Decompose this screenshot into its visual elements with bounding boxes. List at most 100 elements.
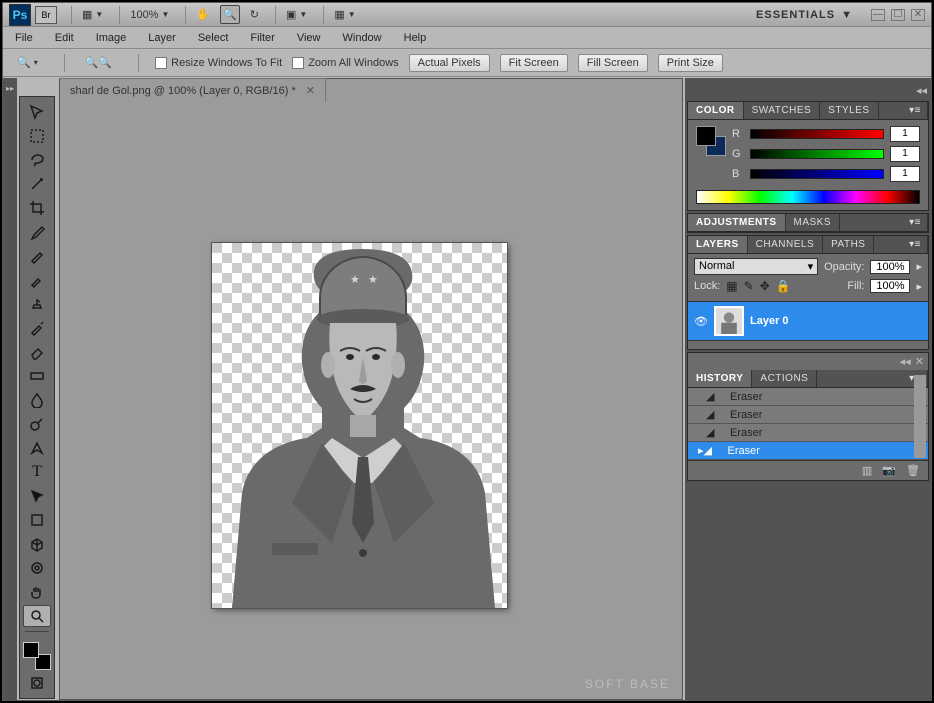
- move-tool-icon[interactable]: [23, 101, 51, 123]
- magic-wand-tool-icon[interactable]: [23, 173, 51, 195]
- menu-filter[interactable]: Filter: [248, 30, 276, 46]
- type-tool-icon[interactable]: T: [23, 461, 51, 483]
- tab-masks[interactable]: MASKS: [786, 214, 841, 231]
- tab-paths[interactable]: PATHS: [823, 236, 874, 253]
- dodge-tool-icon[interactable]: [23, 413, 51, 435]
- zoom-tool-icon[interactable]: 🔍: [220, 5, 240, 24]
- 3d-tool-icon[interactable]: [23, 533, 51, 555]
- r-slider[interactable]: [750, 129, 884, 139]
- zoom-tool-selected-icon[interactable]: [23, 605, 51, 627]
- layout-dropdown[interactable]: ▦▼: [78, 6, 107, 24]
- bridge-logo-icon[interactable]: Br: [35, 6, 57, 24]
- tab-history[interactable]: HISTORY: [688, 370, 752, 387]
- color-panel-swatch[interactable]: [696, 126, 726, 156]
- lock-all-icon[interactable]: 🔒: [776, 279, 791, 293]
- marquee-tool-icon[interactable]: [23, 125, 51, 147]
- resize-windows-checkbox[interactable]: Resize Windows To Fit: [155, 57, 282, 69]
- fill-arrow-icon[interactable]: ▸: [916, 280, 922, 293]
- lasso-tool-icon[interactable]: [23, 149, 51, 171]
- photoshop-logo-icon[interactable]: Ps: [9, 4, 31, 26]
- b-value[interactable]: 1: [890, 166, 920, 182]
- new-snapshot-icon[interactable]: 📷: [882, 464, 896, 477]
- path-selection-tool-icon[interactable]: [23, 485, 51, 507]
- tab-channels[interactable]: CHANNELS: [748, 236, 823, 253]
- tab-adjustments[interactable]: ADJUSTMENTS: [688, 214, 786, 231]
- r-value[interactable]: 1: [890, 126, 920, 142]
- zoom-level-dropdown[interactable]: 100%▼: [126, 6, 173, 24]
- actual-pixels-button[interactable]: Actual Pixels: [409, 54, 490, 72]
- canvas-viewport[interactable]: ★ ★: [60, 103, 682, 699]
- blend-mode-dropdown[interactable]: Normal▾: [694, 258, 818, 275]
- tab-layers[interactable]: LAYERS: [688, 236, 748, 253]
- panel-menu-icon[interactable]: ▾≡: [903, 102, 928, 119]
- history-item[interactable]: ◢Eraser: [688, 406, 928, 424]
- left-dock-gutter[interactable]: ▸▸: [3, 78, 17, 700]
- tab-actions[interactable]: ACTIONS: [752, 370, 817, 387]
- history-item[interactable]: ◢Eraser: [688, 424, 928, 442]
- panel-menu-icon[interactable]: ▾≡: [903, 236, 928, 253]
- menu-help[interactable]: Help: [402, 30, 429, 46]
- history-item[interactable]: ◢Eraser: [688, 388, 928, 406]
- tab-styles[interactable]: STYLES: [820, 102, 878, 119]
- layer-thumbnail[interactable]: [714, 306, 744, 336]
- menu-edit[interactable]: Edit: [53, 30, 76, 46]
- shape-tool-icon[interactable]: [23, 509, 51, 531]
- eraser-tool-icon[interactable]: [23, 341, 51, 363]
- new-document-from-state-icon[interactable]: ▥: [862, 464, 872, 477]
- minimize-button[interactable]: —: [871, 9, 885, 21]
- clone-stamp-tool-icon[interactable]: [23, 293, 51, 315]
- layer-name[interactable]: Layer 0: [750, 315, 789, 327]
- zoom-in-out-icon[interactable]: 🔍🔍: [81, 54, 116, 72]
- panel-menu-icon[interactable]: ▾≡: [903, 214, 928, 231]
- color-spectrum[interactable]: [696, 190, 920, 204]
- history-item-current[interactable]: ▸◢Eraser: [688, 442, 928, 460]
- menu-file[interactable]: File: [13, 30, 35, 46]
- hand-tool-icon[interactable]: [23, 581, 51, 603]
- crop-tool-icon[interactable]: [23, 197, 51, 219]
- lock-transparency-icon[interactable]: ▦: [726, 279, 737, 293]
- layer-row-layer0[interactable]: 👁 Layer 0: [688, 301, 928, 341]
- maximize-button[interactable]: ☐: [891, 9, 905, 21]
- dock-collapse-bar[interactable]: ◂◂: [685, 82, 931, 99]
- opacity-field[interactable]: 100%: [870, 260, 910, 274]
- rotate-view-icon[interactable]: ↻: [246, 6, 263, 24]
- tab-swatches[interactable]: SWATCHES: [744, 102, 821, 119]
- visibility-eye-icon[interactable]: 👁: [694, 315, 710, 328]
- menu-window[interactable]: Window: [341, 30, 384, 46]
- history-brush-tool-icon[interactable]: [23, 317, 51, 339]
- lock-position-icon[interactable]: ✥: [760, 279, 770, 293]
- menu-select[interactable]: Select: [196, 30, 231, 46]
- pen-tool-icon[interactable]: [23, 437, 51, 459]
- zoom-all-checkbox[interactable]: Zoom All Windows: [292, 57, 398, 69]
- collapse-arrow-icon[interactable]: ◂◂: [900, 355, 911, 368]
- gradient-tool-icon[interactable]: [23, 365, 51, 387]
- menu-view[interactable]: View: [295, 30, 323, 46]
- healing-brush-tool-icon[interactable]: [23, 245, 51, 267]
- hand-tool-icon[interactable]: ✋: [192, 6, 214, 24]
- fit-screen-button[interactable]: Fit Screen: [500, 54, 568, 72]
- eyedropper-tool-icon[interactable]: [23, 221, 51, 243]
- lock-pixels-icon[interactable]: ✎: [744, 279, 754, 293]
- document-tab[interactable]: sharl de Gol.png @ 100% (Layer 0, RGB/16…: [60, 78, 326, 102]
- b-slider[interactable]: [750, 169, 884, 179]
- close-panel-icon[interactable]: ✕: [915, 355, 924, 368]
- blur-tool-icon[interactable]: [23, 389, 51, 411]
- tool-preset-dropdown[interactable]: 🔍▾: [13, 54, 42, 72]
- fill-field[interactable]: 100%: [870, 279, 910, 293]
- quick-mask-icon[interactable]: [23, 672, 51, 694]
- arrange-docs-dropdown[interactable]: ▦▼: [330, 6, 359, 24]
- camera-tool-icon[interactable]: [23, 557, 51, 579]
- tab-color[interactable]: COLOR: [688, 102, 744, 119]
- workspace-switcher[interactable]: ESSENTIALS▼: [750, 7, 859, 23]
- print-size-button[interactable]: Print Size: [658, 54, 723, 72]
- menu-image[interactable]: Image: [94, 30, 129, 46]
- screen-mode-dropdown[interactable]: ▣▼: [282, 6, 311, 24]
- delete-state-icon[interactable]: 🗑: [906, 464, 920, 477]
- menu-layer[interactable]: Layer: [146, 30, 178, 46]
- close-tab-icon[interactable]: ✕: [306, 84, 315, 97]
- artboard[interactable]: ★ ★: [212, 243, 507, 608]
- foreground-background-swatch[interactable]: [23, 642, 51, 670]
- close-button[interactable]: ✕: [911, 9, 925, 21]
- fill-screen-button[interactable]: Fill Screen: [578, 54, 648, 72]
- foreground-color-swatch[interactable]: [23, 642, 39, 658]
